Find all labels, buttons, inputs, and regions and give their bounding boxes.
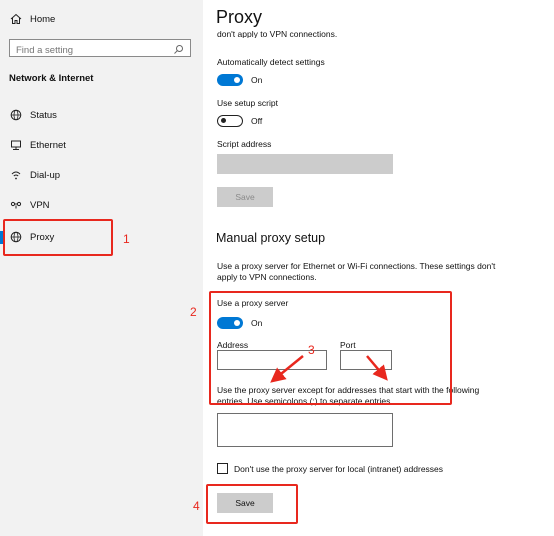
setup-script-toggle[interactable] bbox=[217, 115, 243, 127]
script-address-label: Script address bbox=[217, 139, 272, 149]
sidebar-item-label: Status bbox=[30, 109, 57, 121]
sidebar-item-label: VPN bbox=[30, 199, 50, 211]
exceptions-input[interactable] bbox=[218, 414, 392, 446]
section-title: Network & Internet bbox=[9, 73, 94, 84]
annotation-box-4 bbox=[206, 484, 298, 524]
auto-detect-label: Automatically detect settings bbox=[217, 57, 325, 67]
auto-detect-state: On bbox=[251, 75, 263, 85]
local-bypass-label: Don't use the proxy server for local (in… bbox=[234, 464, 444, 474]
settings-sidebar: Home Network & Internet Status Ethernet … bbox=[0, 0, 203, 536]
sidebar-item-home[interactable]: Home bbox=[0, 2, 203, 36]
sidebar-item-vpn[interactable]: VPN bbox=[0, 188, 203, 222]
auto-detect-toggle[interactable] bbox=[217, 74, 243, 86]
annotation-number-4: 4 bbox=[193, 499, 200, 513]
sidebar-item-status[interactable]: Status bbox=[0, 98, 203, 132]
proxy-settings-panel: Proxy don't apply to VPN connections. Au… bbox=[203, 0, 554, 536]
auto-save-button[interactable]: Save bbox=[217, 187, 273, 207]
clipped-description: don't apply to VPN connections. bbox=[217, 30, 338, 38]
search-icon[interactable] bbox=[173, 42, 184, 60]
exceptions-field[interactable] bbox=[217, 413, 393, 447]
setup-script-label: Use setup script bbox=[217, 98, 278, 108]
vpn-icon bbox=[9, 198, 23, 212]
search-input[interactable] bbox=[10, 42, 176, 59]
local-bypass-checkbox[interactable] bbox=[217, 463, 228, 474]
dialup-icon bbox=[9, 168, 23, 182]
page-title: Proxy bbox=[216, 7, 263, 27]
sidebar-item-ethernet[interactable]: Ethernet bbox=[0, 128, 203, 162]
sidebar-item-label: Dial-up bbox=[30, 169, 61, 181]
sidebar-item-dialup[interactable]: Dial-up bbox=[0, 158, 203, 192]
sidebar-item-label: Ethernet bbox=[30, 139, 66, 151]
home-icon bbox=[9, 12, 23, 26]
annotation-box-2 bbox=[209, 291, 452, 405]
ethernet-icon bbox=[9, 138, 23, 152]
manual-proxy-description: Use a proxy server for Ethernet or Wi-Fi… bbox=[217, 261, 496, 282]
find-setting-search[interactable] bbox=[9, 39, 191, 60]
annotation-number-1: 1 bbox=[123, 232, 130, 246]
annotation-number-2: 2 bbox=[190, 305, 197, 319]
manual-proxy-heading: Manual proxy setup bbox=[216, 231, 326, 245]
script-address-field[interactable] bbox=[217, 154, 393, 174]
annotation-number-3: 3 bbox=[308, 343, 315, 357]
globe-status-icon bbox=[9, 108, 23, 122]
setup-script-state: Off bbox=[251, 116, 263, 126]
annotation-box-1 bbox=[3, 219, 113, 256]
sidebar-item-label: Home bbox=[30, 13, 56, 25]
